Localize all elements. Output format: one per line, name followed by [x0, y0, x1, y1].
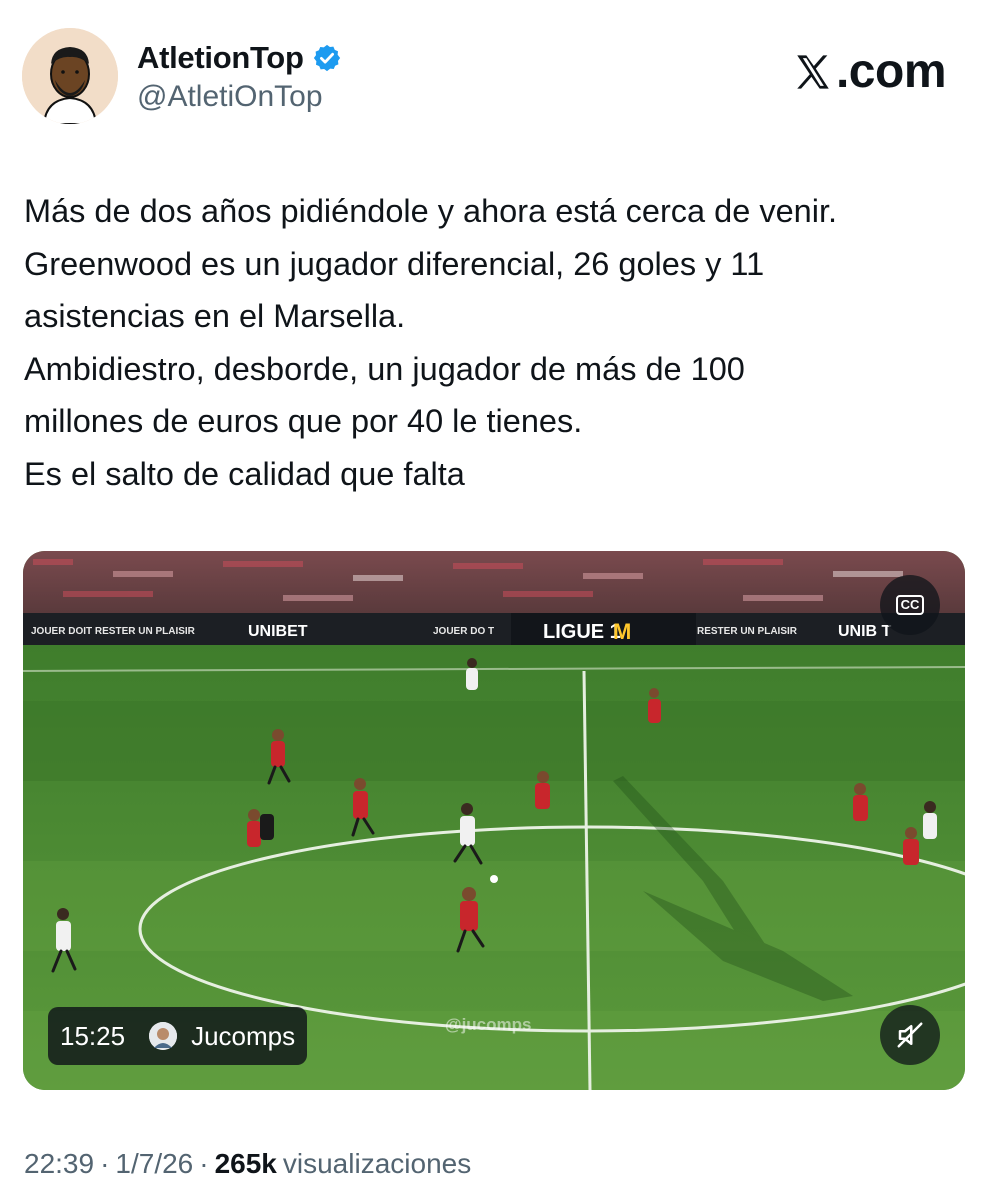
- tweet-line: millones de euros que por 40 le tienes.: [24, 403, 583, 439]
- mute-button[interactable]: [880, 1005, 940, 1065]
- x-logo-icon: [797, 54, 829, 89]
- tweet-line: Es el salto de calidad que falta: [24, 455, 465, 492]
- author-handle[interactable]: @AtletiOnTop: [137, 80, 323, 114]
- views-count[interactable]: 265k: [215, 1148, 277, 1180]
- views-label: visualizaciones: [282, 1148, 472, 1179]
- video-duration: 15:25: [60, 1020, 126, 1051]
- tweet-line: Greenwood es un jugador diferencial, 26 …: [24, 245, 765, 282]
- verified-badge-icon: [313, 44, 340, 72]
- tweet-date[interactable]: 1/7/26: [115, 1148, 193, 1180]
- author-name-row[interactable]: AtletionTop: [137, 40, 342, 76]
- tweet-header: AtletionTop @AtletiOnTop .com: [0, 0, 988, 140]
- meta-separator: ·: [199, 1148, 209, 1179]
- meta-separator: ·: [100, 1148, 110, 1179]
- author-display-name[interactable]: AtletionTop: [137, 40, 304, 76]
- source-avatar-icon: [149, 1022, 178, 1050]
- tweet-line: asistencias en el Marsella.: [24, 298, 406, 334]
- speaker-muted-icon: [897, 1022, 923, 1048]
- brand-domain-label: .com: [835, 45, 947, 98]
- video-watermark: @jucomps: [445, 1015, 531, 1034]
- author-avatar[interactable]: [22, 28, 118, 124]
- cc-icon: CC: [895, 595, 925, 615]
- board-right-slogan: RESTER UN PLAISIR: [697, 626, 798, 637]
- video-info-pill[interactable]: 15:25 Jucomps: [48, 1007, 308, 1065]
- board-center-slogan: JOUER DO T: [433, 626, 494, 637]
- board-left-brand: UNIBET: [248, 623, 308, 640]
- tweet-line: Más de dos años pidiéndole y ahora está …: [24, 193, 838, 229]
- captions-button[interactable]: CC: [880, 575, 940, 635]
- tweet-line: Ambidiestro, desborde, un jugador de más…: [24, 350, 745, 387]
- mcdonalds-logo-icon: M: [613, 619, 631, 644]
- video-source-name: Jucomps: [191, 1020, 296, 1051]
- cartoon-man-avatar-icon: [22, 28, 118, 124]
- video-player[interactable]: JOUER DOIT RESTER UN PLAISIR UNIBET JOUE…: [23, 551, 965, 1090]
- board-center-brand: LIGUE 1: [543, 621, 621, 643]
- tweet-meta: 22:39 · 1/7/26 · 265k visualizaciones: [24, 1148, 471, 1180]
- tweet-time[interactable]: 22:39: [24, 1148, 94, 1180]
- tweet-text: Más de dos años pidiéndole y ahora está …: [24, 185, 974, 500]
- board-right-brand: UNIB T: [838, 623, 892, 640]
- x-brand: .com: [792, 44, 947, 99]
- board-left-slogan: JOUER DOIT RESTER UN PLAISIR: [31, 626, 196, 637]
